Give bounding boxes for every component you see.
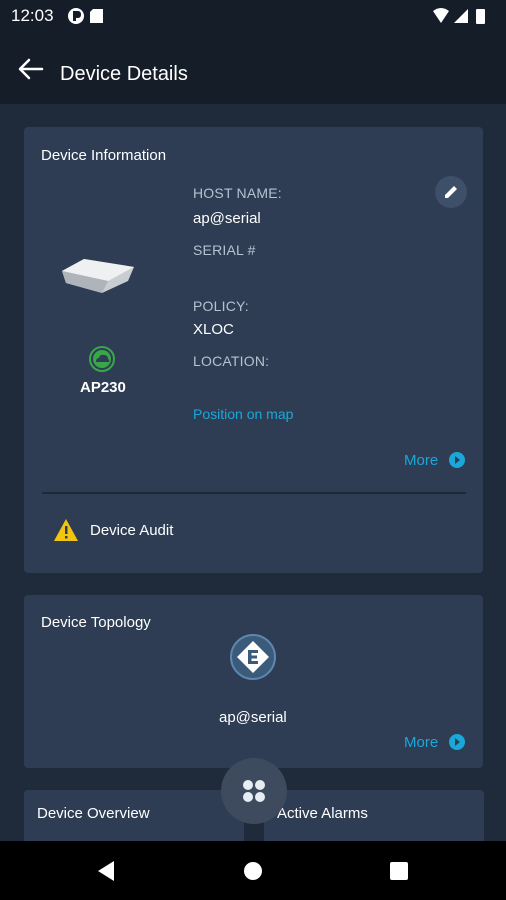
battery-icon — [476, 9, 485, 24]
back-nav-icon — [98, 861, 114, 881]
topology-hostname: ap@serial — [219, 709, 287, 726]
position-on-map-link[interactable]: Position on map — [193, 406, 293, 422]
recents-nav-icon — [390, 862, 408, 880]
home-nav-icon — [244, 862, 262, 880]
status-bar: 12:03 — [0, 0, 506, 32]
active-alarms-title: Active Alarms — [277, 805, 368, 822]
pencil-icon — [445, 186, 457, 198]
policy-label: POLICY: — [193, 298, 249, 314]
device-model: AP230 — [80, 379, 126, 396]
access-point-image — [62, 259, 134, 293]
device-overview-title: Device Overview — [37, 805, 150, 822]
host-name-value: ap@serial — [193, 210, 261, 227]
navigation-bar — [0, 841, 506, 900]
host-name-label: HOST NAME: — [193, 185, 282, 201]
status-left-icons — [68, 7, 118, 30]
warning-icon — [54, 519, 78, 541]
menu-fab[interactable] — [221, 758, 287, 824]
status-right-icons — [432, 7, 496, 30]
edit-button[interactable] — [435, 176, 467, 208]
circle-p-icon — [68, 8, 84, 24]
sd-card-icon — [90, 9, 103, 23]
cloud-online-icon — [89, 346, 115, 372]
device-info-more-link[interactable]: More — [404, 452, 438, 469]
device-audit-item[interactable]: Device Audit — [90, 522, 173, 539]
grid-icon — [243, 780, 265, 802]
location-label: LOCATION: — [193, 353, 270, 369]
divider — [42, 492, 466, 494]
arrow-left-icon[interactable] — [16, 57, 44, 81]
app-bar: Device Details — [0, 32, 506, 104]
device-topology-title: Device Topology — [41, 614, 151, 631]
status-time: 12:03 — [11, 6, 54, 25]
chevron-right-circle-icon[interactable] — [449, 452, 465, 468]
page-title: Device Details — [60, 63, 188, 85]
policy-value: XLOC — [193, 321, 234, 338]
device-information-title: Device Information — [41, 147, 167, 164]
serial-label: SERIAL # — [193, 242, 256, 258]
topology-node-icon[interactable] — [229, 633, 277, 681]
topology-more-link[interactable]: More — [404, 734, 438, 751]
chevron-right-circle-icon[interactable] — [449, 734, 465, 750]
wifi-icon — [433, 8, 449, 23]
signal-icon — [454, 9, 468, 23]
